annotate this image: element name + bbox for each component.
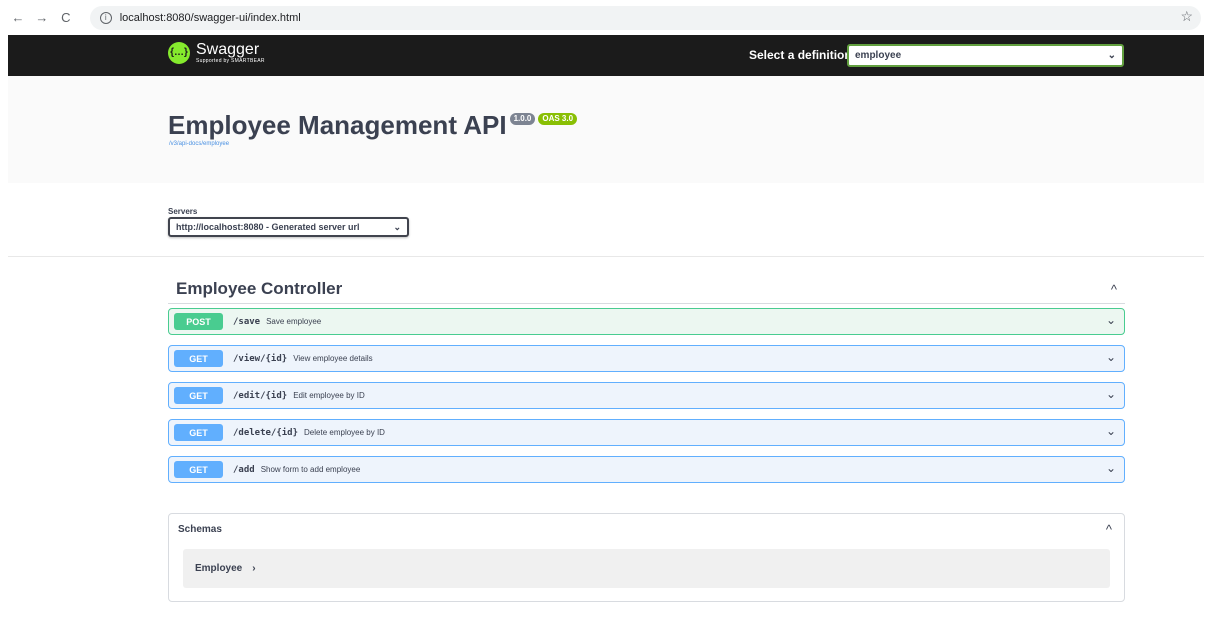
operation-summary: Edit employee by ID [293,391,365,400]
operation-get-edit[interactable]: GET /edit/{id} Edit employee by ID ⌄ [168,382,1125,409]
servers-selected: http://localhost:8080 - Generated server… [176,222,360,232]
tag-employee-controller[interactable]: Employee Controller ^ [168,275,1125,304]
schemas-title: Schemas [178,523,222,535]
swagger-topbar: {…} Swagger Supported by SMARTBEAR Selec… [8,35,1204,76]
definition-label: Select a definition [749,48,852,62]
operation-path: /delete/{id} [233,427,299,438]
chevron-down-icon[interactable]: ⌄ [1106,350,1116,364]
bookmark-star-icon[interactable]: ☆ [1180,8,1193,25]
oas-badge: OAS 3.0 [538,113,578,125]
address-bar[interactable]: i localhost:8080/swagger-ui/index.html [89,5,1201,30]
operation-get-view[interactable]: GET /view/{id} View employee details ⌄ [168,345,1125,372]
tag-title: Employee Controller [176,279,343,298]
url-text: localhost:8080/swagger-ui/index.html [119,11,301,24]
api-docs-link[interactable]: /v3/api-docs/employee [169,141,229,147]
swagger-logo-icon: {…} [168,41,190,64]
reload-icon[interactable]: C [56,8,76,28]
api-info: Employee Management API 1.0.0 OAS 3.0 /v… [8,76,1204,183]
browser-toolbar: ← → C i localhost:8080/swagger-ui/index.… [0,0,1209,35]
definition-select[interactable]: employee ⌄ [847,44,1124,67]
chevron-right-icon: › [252,563,256,574]
chevron-down-icon: ⌄ [393,221,401,232]
method-badge: GET [174,461,223,478]
api-title-text: Employee Management API [168,110,507,140]
chevron-down-icon[interactable]: ⌄ [1106,424,1116,438]
schemas-section: Schemas ^ Employee › [168,513,1125,602]
site-info-icon[interactable]: i [99,11,112,24]
logo-subtitle: Supported by SMARTBEAR [196,58,265,64]
swagger-logo-text: Swagger Supported by SMARTBEAR [196,41,265,64]
method-badge: GET [174,350,223,367]
version-badge: 1.0.0 [509,113,536,125]
operation-get-add[interactable]: GET /add Show form to add employee ⌄ [168,456,1125,483]
operation-summary: View employee details [293,354,373,363]
schema-name: Employee [195,563,243,574]
chevron-up-icon[interactable]: ^ [1106,522,1112,537]
swagger-logo[interactable]: {…} Swagger Supported by SMARTBEAR [168,41,265,64]
logo-title: Swagger [196,41,260,58]
chevron-down-icon: ⌄ [1107,50,1116,61]
method-badge: GET [174,424,223,441]
operation-get-delete[interactable]: GET /delete/{id} Delete employee by ID ⌄ [168,419,1125,446]
forward-icon[interactable]: → [32,8,52,28]
definition-value: employee [855,50,902,61]
chevron-down-icon[interactable]: ⌄ [1106,387,1116,401]
chevron-down-icon[interactable]: ⌄ [1106,313,1116,327]
operation-summary: Show form to add employee [260,465,361,474]
method-badge: GET [174,387,223,404]
chevron-up-icon[interactable]: ^ [1111,282,1117,297]
method-badge: POST [174,313,223,330]
schemas-header[interactable]: Schemas ^ [169,514,1124,544]
servers-select[interactable]: http://localhost:8080 - Generated server… [168,217,409,237]
operation-post-save[interactable]: POST /save Save employee ⌄ [168,308,1125,335]
servers-section: Servers http://localhost:8080 - Generate… [168,207,409,237]
api-title: Employee Management API 1.0.0 OAS 3.0 [168,110,578,141]
operation-summary: Save employee [266,317,322,326]
back-icon[interactable]: ← [8,8,28,28]
operation-summary: Delete employee by ID [304,428,385,437]
operation-path: /edit/{id} [233,390,288,401]
operation-path: /add [233,464,255,475]
operation-path: /view/{id} [233,353,288,364]
schema-item-employee[interactable]: Employee › [183,549,1110,588]
operation-path: /save [233,316,261,327]
chevron-down-icon[interactable]: ⌄ [1106,461,1116,475]
servers-label: Servers [168,207,198,216]
